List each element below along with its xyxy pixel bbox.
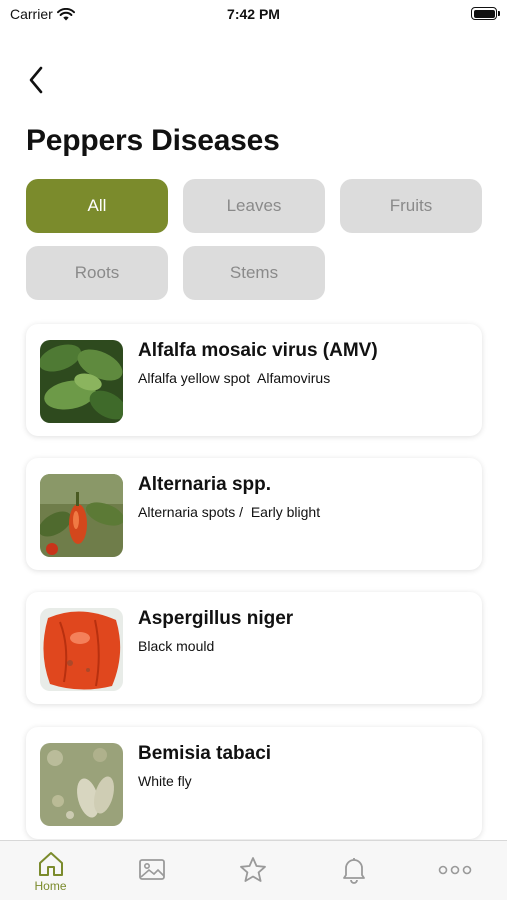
filter-fruits[interactable]: Fruits [340,179,482,233]
tab-home[interactable]: Home [0,841,101,900]
disease-thumbnail [40,474,123,557]
disease-title: Alternaria spp. [138,474,272,495]
tab-home-label: Home [34,879,67,893]
disease-subtitle: Black mould [138,638,215,654]
disease-card-alfalfa[interactable]: Alfalfa mosaic virus (AMV) Alfalfa yello… [26,324,482,436]
filter-roots[interactable]: Roots [26,246,168,300]
status-time: 7:42 PM [227,6,280,22]
chevron-left-icon [29,66,43,94]
tab-more[interactable] [404,841,505,900]
tab-bar: Home [0,840,507,900]
page-title: Peppers Diseases [26,124,280,157]
disease-card-alternaria[interactable]: Alternaria spp. Alternaria spots / Early… [26,458,482,570]
tab-favorites[interactable] [202,841,303,900]
bell-icon [342,858,365,884]
disease-title: Alfalfa mosaic virus (AMV) [138,340,378,361]
image-icon [138,859,165,880]
filter-leaves[interactable]: Leaves [183,179,325,233]
tab-gallery[interactable] [101,841,202,900]
disease-thumbnail [40,340,123,423]
more-icon [438,865,471,875]
disease-card-bemisia[interactable]: Bemisia tabaci White fly [26,727,482,839]
disease-subtitle: Alfalfa yellow spot Alfamovirus [138,370,331,386]
star-icon [239,857,266,882]
home-icon [38,852,63,876]
back-button[interactable] [20,62,52,98]
disease-title: Bemisia tabaci [138,743,272,764]
filter-stems[interactable]: Stems [183,246,325,300]
disease-card-aspergillus[interactable]: Aspergillus niger Black mould [26,592,482,704]
disease-thumbnail [40,743,123,826]
filter-all[interactable]: All [26,179,168,233]
tab-notifications[interactable] [303,841,404,900]
status-bar: Carrier 7:42 PM [0,0,507,30]
disease-title: Aspergillus niger [138,608,294,629]
disease-subtitle: Alternaria spots / Early blight [138,504,321,520]
disease-subtitle: White fly [138,773,192,789]
disease-thumbnail [40,608,123,691]
battery-icon [471,7,500,20]
